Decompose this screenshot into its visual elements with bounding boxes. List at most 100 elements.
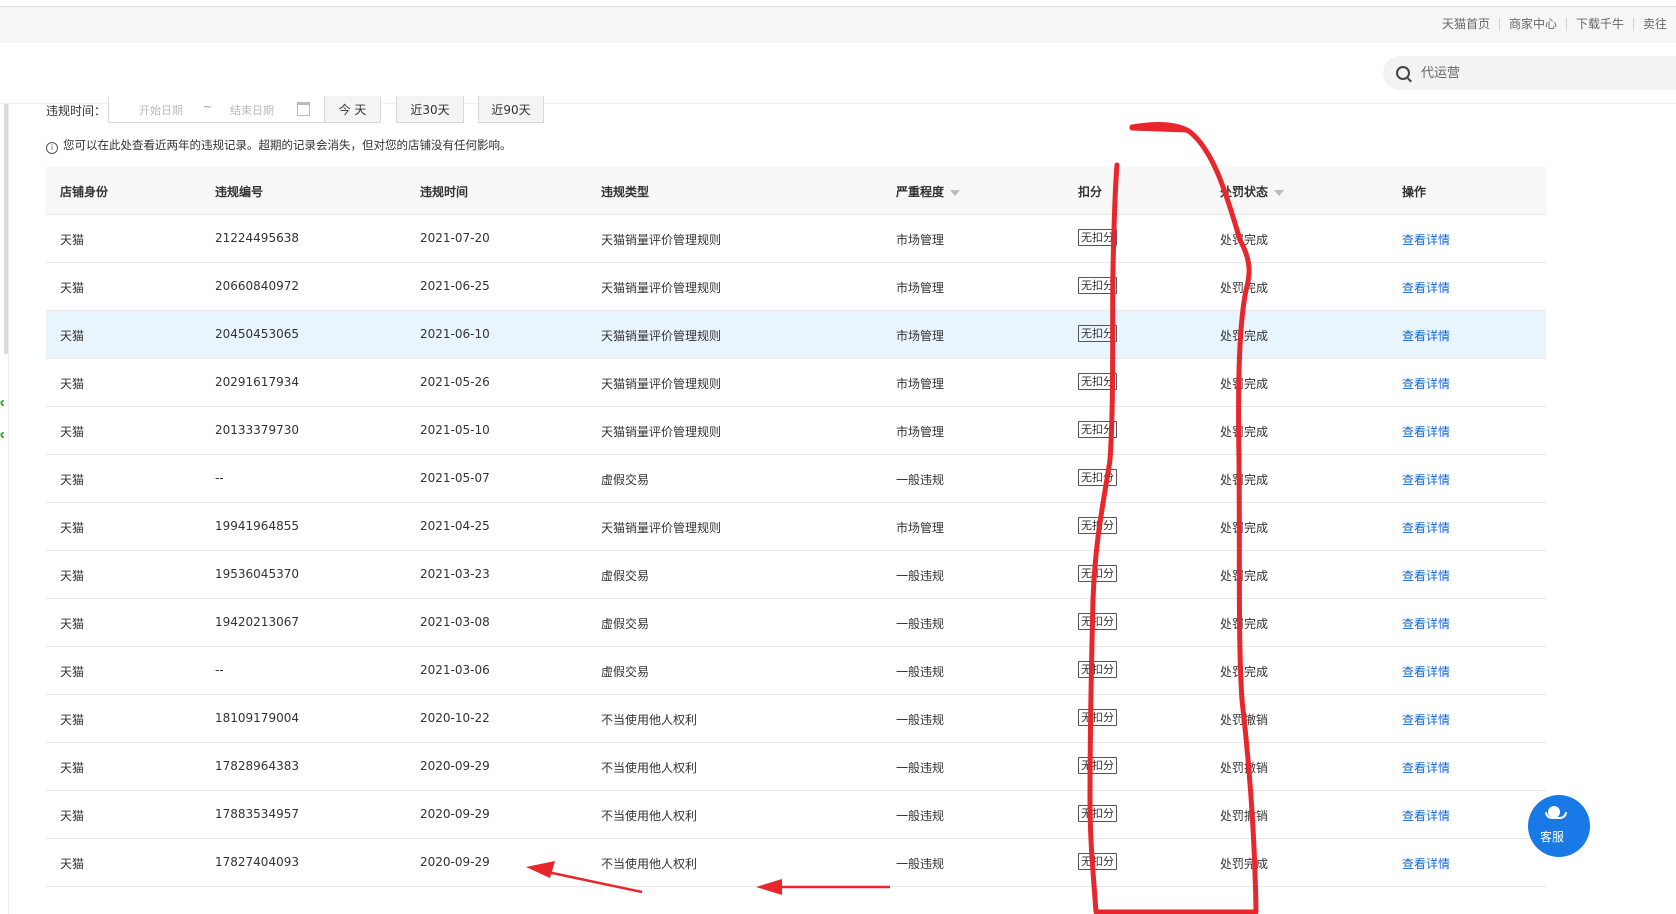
cell-severity: 一般违规 bbox=[896, 713, 945, 727]
cell-violation-id: 20450453065 bbox=[215, 327, 299, 341]
view-details-link[interactable]: 查看详情 bbox=[1402, 711, 1450, 728]
cell-violation-type: 天猫销量评价管理规则 bbox=[601, 233, 722, 247]
cell-violation-type: 不当使用他人权利 bbox=[601, 713, 698, 727]
cell-violation-time: 2021-06-10 bbox=[420, 327, 490, 341]
cell-severity: 一般违规 bbox=[896, 857, 945, 871]
header-severity[interactable]: 严重程度 bbox=[896, 183, 961, 200]
cell-shop-identity: 天猫 bbox=[60, 521, 85, 535]
cell-shop-identity: 天猫 bbox=[60, 233, 85, 247]
search-icon[interactable] bbox=[1396, 66, 1410, 80]
cell-shop-identity: 天猫 bbox=[60, 281, 85, 295]
view-details-link[interactable]: 查看详情 bbox=[1402, 519, 1450, 536]
header bbox=[0, 43, 1676, 104]
last-90-days-button[interactable]: 近90天 bbox=[478, 96, 544, 123]
cell-penalty-status: 处罚完成 bbox=[1220, 617, 1269, 631]
top-nav-link[interactable]: 下载千牛 bbox=[1565, 18, 1633, 31]
header-deduction: 扣分 bbox=[1078, 183, 1102, 200]
top-nav-bar: 天猫首页 商家中心 下载千牛 卖往 bbox=[0, 6, 1676, 44]
table-row: 天猫 18109179004 2020-10-22 不当使用他人权利 一般违规 无扣分 处罚… bbox=[46, 695, 1546, 743]
view-details-link[interactable]: 查看详情 bbox=[1402, 615, 1450, 632]
cell-violation-id: 20291617934 bbox=[215, 375, 299, 389]
notice-text: 您可以在此处查看近两年的违规记录。超期的记录会消失，但对您的店铺没有任何影响。 bbox=[63, 138, 512, 152]
view-details-link[interactable]: 查看详情 bbox=[1402, 567, 1450, 584]
cell-severity: 一般违规 bbox=[896, 617, 945, 631]
cell-violation-time: 2021-04-25 bbox=[420, 519, 490, 533]
start-date-input[interactable]: 开始日期 bbox=[139, 102, 183, 118]
cell-severity: 市场管理 bbox=[896, 377, 945, 391]
today-button[interactable]: 今 天 bbox=[324, 96, 381, 123]
table-row: 天猫 20450453065 2021-06-10 天猫销量评价管理规则 市场管理 无扣分… bbox=[46, 311, 1546, 359]
cell-violation-type: 天猫销量评价管理规则 bbox=[601, 425, 722, 439]
cell-violation-type: 不当使用他人权利 bbox=[601, 761, 698, 775]
headset-icon bbox=[1545, 806, 1567, 819]
end-date-input[interactable]: 结束日期 bbox=[230, 102, 274, 118]
cell-shop-identity: 天猫 bbox=[60, 617, 85, 631]
table-row: 天猫 19941964855 2021-04-25 天猫销量评价管理规则 市场管理 无扣分… bbox=[46, 503, 1546, 551]
cell-shop-identity: 天猫 bbox=[60, 329, 85, 343]
cell-violation-time: 2020-09-29 bbox=[420, 759, 490, 773]
deduction-badge: 无扣分 bbox=[1078, 421, 1117, 438]
cell-penalty-status: 处罚完成 bbox=[1220, 281, 1269, 295]
cell-shop-identity: 天猫 bbox=[60, 857, 85, 871]
search-input[interactable] bbox=[1421, 56, 1661, 90]
cell-severity: 一般违规 bbox=[896, 665, 945, 679]
deduction-badge: 无扣分 bbox=[1078, 805, 1117, 822]
cell-violation-id: 17883534957 bbox=[215, 807, 299, 821]
cell-shop-identity: 天猫 bbox=[60, 377, 85, 391]
cell-violation-type: 天猫销量评价管理规则 bbox=[601, 521, 722, 535]
top-nav-link[interactable]: 天猫首页 bbox=[1433, 18, 1499, 31]
deduction-badge: 无扣分 bbox=[1078, 853, 1117, 870]
date-range-picker[interactable]: 开始日期 ~ 结束日期 bbox=[108, 96, 328, 123]
top-nav-link[interactable]: 卖往 bbox=[1632, 18, 1676, 31]
table-row: 天猫 20660840972 2021-06-25 天猫销量评价管理规则 市场管理 无扣分… bbox=[46, 263, 1546, 311]
view-details-link[interactable]: 查看详情 bbox=[1402, 759, 1450, 776]
table-row: 天猫 19536045370 2021-03-23 虚假交易 一般违规 无扣分 处罚完成 查看… bbox=[46, 551, 1546, 599]
last-30-days-button[interactable]: 近30天 bbox=[396, 96, 464, 123]
view-details-link[interactable]: 查看详情 bbox=[1402, 327, 1450, 344]
filter-funnel-icon[interactable] bbox=[1274, 190, 1285, 196]
deduction-badge: 无扣分 bbox=[1078, 517, 1117, 534]
view-details-link[interactable]: 查看详情 bbox=[1402, 471, 1450, 488]
cell-severity: 一般违规 bbox=[896, 569, 945, 583]
view-details-link[interactable]: 查看详情 bbox=[1402, 279, 1450, 296]
cell-violation-type: 不当使用他人权利 bbox=[601, 809, 698, 823]
header-shop-identity: 店铺身份 bbox=[60, 183, 108, 200]
header-label: 违规编号 bbox=[215, 185, 264, 199]
table-row: 天猫 17827404093 2020-09-29 不当使用他人权利 一般违规 无扣分 处罚… bbox=[46, 839, 1546, 887]
cell-violation-type: 虚假交易 bbox=[601, 617, 650, 631]
view-details-link[interactable]: 查看详情 bbox=[1402, 663, 1450, 680]
calendar-icon[interactable] bbox=[297, 102, 310, 116]
filter-funnel-icon[interactable] bbox=[950, 190, 961, 196]
cell-violation-type: 虚假交易 bbox=[601, 569, 650, 583]
deduction-badge: 无扣分 bbox=[1078, 373, 1117, 390]
view-details-link[interactable]: 查看详情 bbox=[1402, 423, 1450, 440]
table-row: 天猫 21224495638 2021-07-20 天猫销量评价管理规则 市场管理 无扣分… bbox=[46, 215, 1546, 263]
view-details-link[interactable]: 查看详情 bbox=[1402, 855, 1450, 872]
green-marker: o bbox=[0, 430, 4, 439]
cell-violation-time: 2020-09-29 bbox=[420, 807, 490, 821]
cell-violation-time: 2021-03-23 bbox=[420, 567, 490, 581]
search-box[interactable] bbox=[1383, 56, 1676, 90]
header-penalty-status[interactable]: 处罚状态 bbox=[1220, 183, 1285, 200]
view-details-link[interactable]: 查看详情 bbox=[1402, 375, 1450, 392]
cell-severity: 市场管理 bbox=[896, 233, 945, 247]
cell-shop-identity: 天猫 bbox=[60, 473, 85, 487]
table-row: 天猫 19420213067 2021-03-08 虚假交易 一般违规 无扣分 处罚完成 查看… bbox=[46, 599, 1546, 647]
cell-shop-identity: 天猫 bbox=[60, 425, 85, 439]
green-marker: o bbox=[0, 398, 4, 407]
table-row: 天猫 17828964383 2020-09-29 不当使用他人权利 一般违规 无扣分 处罚… bbox=[46, 743, 1546, 791]
cell-violation-type: 虚假交易 bbox=[601, 665, 650, 679]
top-nav-link[interactable]: 商家中心 bbox=[1498, 18, 1566, 31]
view-details-link[interactable]: 查看详情 bbox=[1402, 807, 1450, 824]
customer-service-button[interactable]: 客服 bbox=[1528, 795, 1590, 857]
header-violation-type: 违规类型 bbox=[601, 183, 649, 200]
header-label: 店铺身份 bbox=[60, 185, 109, 199]
table-body: 天猫 21224495638 2021-07-20 天猫销量评价管理规则 市场管理 无扣分… bbox=[46, 215, 1546, 887]
table-row: 天猫 -- 2021-03-06 虚假交易 一般违规 无扣分 处罚完成 查看详情 bbox=[46, 647, 1546, 695]
cell-violation-time: 2021-06-25 bbox=[420, 279, 490, 293]
table-header: 店铺身份 违规编号 违规时间 违规类型 严重程度 扣分 处罚状态 操作 bbox=[46, 167, 1546, 215]
view-details-link[interactable]: 查看详情 bbox=[1402, 231, 1450, 248]
cell-penalty-status: 处罚撤销 bbox=[1220, 713, 1269, 727]
header-label: 严重程度 bbox=[896, 185, 945, 199]
cell-severity: 市场管理 bbox=[896, 329, 945, 343]
